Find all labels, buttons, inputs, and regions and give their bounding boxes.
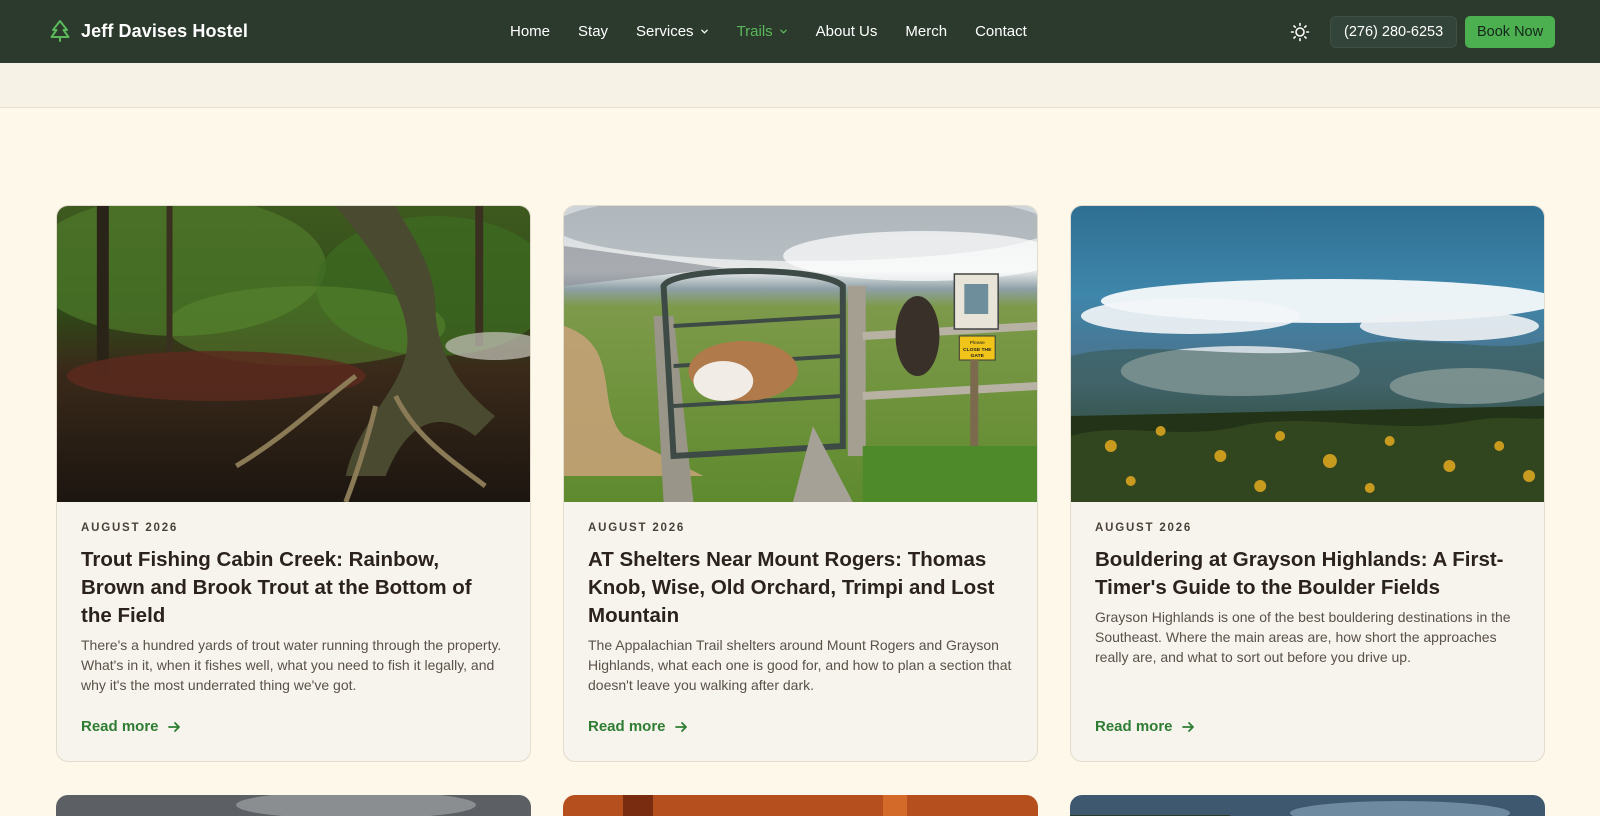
post-excerpt: Grayson Highlands is one of the best bou… xyxy=(1095,609,1511,665)
post-card-partial[interactable] xyxy=(1070,795,1545,816)
site-header: Jeff Davises Hostel Home Stay Services T… xyxy=(0,0,1600,63)
breadcrumb-band xyxy=(0,63,1600,108)
ponies-at-gate-photo: Please CLOSE THE GATE xyxy=(564,206,1037,502)
nav-item-label: Services xyxy=(636,23,694,40)
chevron-down-icon xyxy=(779,29,787,34)
read-more-label: Read more xyxy=(588,718,666,735)
nav-item-label: Home xyxy=(510,23,551,40)
arrow-right-icon xyxy=(1181,721,1194,732)
arrow-right-icon xyxy=(167,721,180,732)
sun-icon[interactable] xyxy=(1290,22,1310,42)
post-title[interactable]: Bouldering at Grayson Highlands: A First… xyxy=(1095,546,1520,602)
chevron-down-icon xyxy=(700,29,708,34)
post-card-partial[interactable] xyxy=(563,795,1038,816)
post-title[interactable]: AT Shelters Near Mount Rogers: Thomas Kn… xyxy=(588,546,1013,630)
tree-icon xyxy=(50,20,70,42)
forest-creek-roots-photo xyxy=(57,206,530,502)
nav-item-merch[interactable]: Merch xyxy=(905,23,947,40)
post-card-partial[interactable] xyxy=(56,795,531,816)
book-now-button[interactable]: Book Now xyxy=(1465,16,1556,48)
nav-item-about-us[interactable]: About Us xyxy=(816,23,878,40)
brand-link[interactable]: Jeff Davises Hostel xyxy=(49,19,248,43)
post-card[interactable]: AUGUST 2026 Trout Fishing Cabin Creek: R… xyxy=(56,205,531,762)
nav-item-label: Stay xyxy=(578,23,609,40)
post-card[interactable]: AUGUST 2026 Bouldering at Grayson Highla… xyxy=(1070,205,1545,762)
post-card-body: AUGUST 2026 Trout Fishing Cabin Creek: R… xyxy=(81,522,506,695)
read-more-label: Read more xyxy=(1095,718,1173,735)
nav-item-label: Merch xyxy=(905,23,948,40)
warm-interior-photo xyxy=(563,795,1038,816)
sign-text: Please xyxy=(970,340,985,346)
post-card[interactable]: Please CLOSE THE GATE AUGUST 2026 AT She… xyxy=(563,205,1038,762)
nav-item-label: Trails xyxy=(736,23,773,40)
clouds-over-mountains-photo xyxy=(1071,206,1544,502)
read-more-label: Read more xyxy=(81,718,159,735)
nav-item-trails[interactable]: Trails xyxy=(737,23,788,40)
post-card-body: AUGUST 2026 Bouldering at Grayson Highla… xyxy=(1095,522,1520,667)
post-excerpt: The Appalachian Trail shelters around Mo… xyxy=(588,637,1012,693)
nav-item-stay[interactable]: Stay xyxy=(578,23,608,40)
post-title[interactable]: Trout Fishing Cabin Creek: Rainbow, Brow… xyxy=(81,546,506,630)
stormy-sky-photo xyxy=(56,795,531,816)
read-more-link[interactable]: Read more xyxy=(588,718,688,735)
main-nav: Home Stay Services Trails About Us Merch… xyxy=(510,0,1027,63)
post-card-body: AUGUST 2026 AT Shelters Near Mount Roger… xyxy=(588,522,1013,695)
phone-button[interactable]: (276) 280-6253 xyxy=(1330,16,1458,48)
post-date: AUGUST 2026 xyxy=(81,522,179,534)
read-more-link[interactable]: Read more xyxy=(1095,718,1195,735)
nav-item-home[interactable]: Home xyxy=(510,23,550,40)
post-excerpt: There's a hundred yards of trout water r… xyxy=(81,637,502,693)
nav-item-contact[interactable]: Contact xyxy=(975,23,1027,40)
nav-item-label: Contact xyxy=(975,23,1027,40)
post-date: AUGUST 2026 xyxy=(588,522,686,534)
dusk-trees-photo xyxy=(1070,795,1545,816)
brand-name: Jeff Davises Hostel xyxy=(81,20,248,41)
nav-item-label: About Us xyxy=(815,23,878,40)
sign-text: GATE xyxy=(971,353,985,359)
nav-item-services[interactable]: Services xyxy=(636,23,709,40)
read-more-link[interactable]: Read more xyxy=(81,718,181,735)
post-date: AUGUST 2026 xyxy=(1095,522,1193,534)
arrow-right-icon xyxy=(674,721,687,732)
